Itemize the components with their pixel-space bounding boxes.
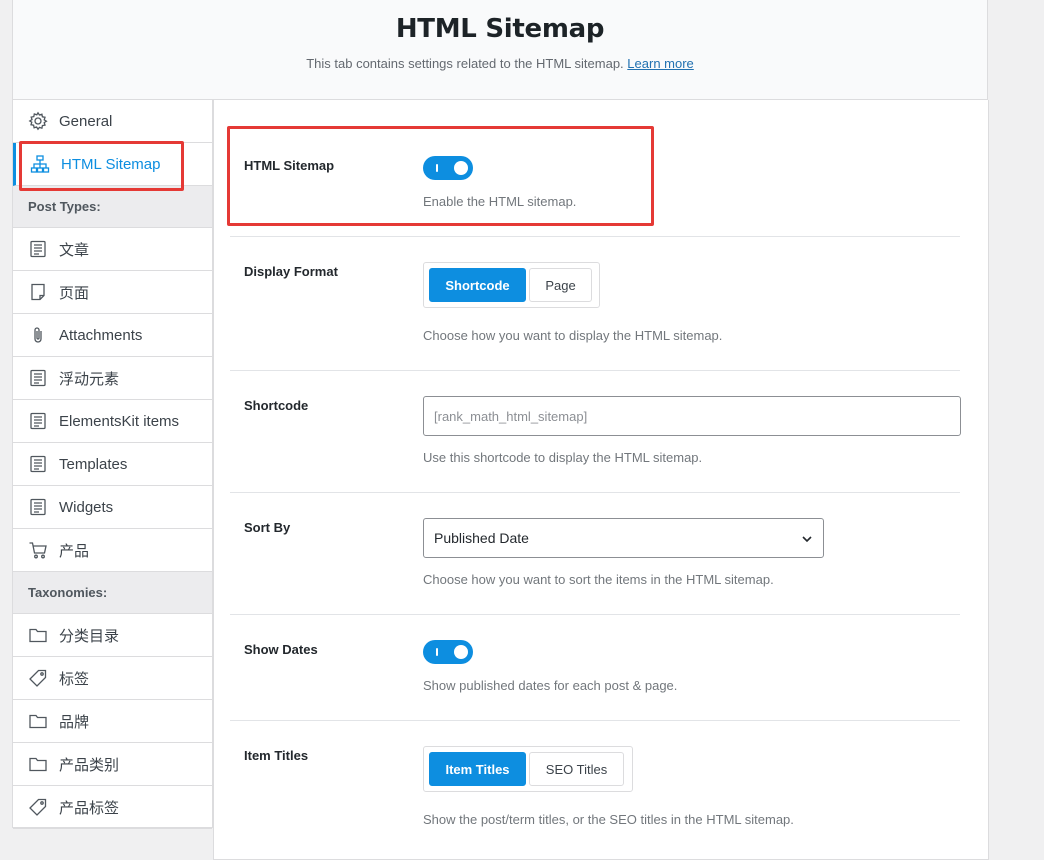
shortcode-input[interactable]: [rank_math_html_sitemap] <box>423 396 961 436</box>
sidebar-item-label: 分类目录 <box>59 627 120 645</box>
display-format-label: Display Format <box>244 264 338 279</box>
paperclip-icon <box>28 325 48 345</box>
post-types-heading: Post Types: <box>13 186 212 228</box>
sidebar-item-templates[interactable]: Templates <box>13 443 212 486</box>
sidebar-item-product-categories[interactable]: 产品类别 <box>13 743 212 786</box>
item-titles-segmented: Item Titles SEO Titles <box>423 746 633 792</box>
item-titles-desc: Show the post/term titles, or the SEO ti… <box>423 812 794 827</box>
folder-icon <box>28 711 48 731</box>
sidebar-item-attachments[interactable]: Attachments <box>13 314 212 357</box>
display-format-desc: Choose how you want to display the HTML … <box>423 328 723 343</box>
settings-sidebar: General HTML Sitemap Post Types: 文章 页面 A… <box>12 100 213 829</box>
display-format-segmented: Shortcode Page <box>423 262 600 308</box>
sort-by-value: Published Date <box>434 530 529 546</box>
post-icon <box>28 454 48 474</box>
sidebar-item-label: Templates <box>59 455 128 473</box>
post-icon <box>28 497 48 517</box>
learn-more-link[interactable]: Learn more <box>627 56 693 71</box>
display-format-row: Display Format Shortcode Page Choose how… <box>230 237 960 371</box>
gear-icon <box>28 111 48 131</box>
sidebar-item-label: General <box>59 112 113 130</box>
tag-icon <box>28 668 48 688</box>
taxonomies-heading: Taxonomies: <box>13 572 212 614</box>
chevron-down-icon <box>802 536 812 543</box>
item-titles-label: Item Titles <box>244 748 309 763</box>
sidebar-item-floating-elements[interactable]: 浮动元素 <box>13 357 212 400</box>
show-dates-toggle[interactable] <box>423 640 473 664</box>
sidebar-item-widgets[interactable]: Widgets <box>13 486 212 529</box>
sidebar-item-label: ElementsKit items <box>59 412 180 430</box>
sidebar-item-page[interactable]: 页面 <box>13 271 212 314</box>
shortcode-option-button[interactable]: Shortcode <box>429 268 526 302</box>
post-icon <box>28 411 48 431</box>
sidebar-item-product-tags[interactable]: 产品标签 <box>13 786 212 829</box>
sidebar-item-categories[interactable]: 分类目录 <box>13 614 212 657</box>
item-titles-row: Item Titles Item Titles SEO Titles Show … <box>230 721 960 860</box>
sidebar-item-label: 产品类别 <box>59 756 120 774</box>
toggle-on-mark <box>436 648 438 656</box>
highlight-box-sidebar <box>19 141 184 191</box>
show-dates-label: Show Dates <box>244 642 318 657</box>
sidebar-item-label: 品牌 <box>59 713 90 731</box>
cart-icon <box>28 540 48 560</box>
sort-by-desc: Choose how you want to sort the items in… <box>423 572 774 587</box>
page-icon <box>28 282 48 302</box>
folder-icon <box>28 754 48 774</box>
page-title: HTML Sitemap <box>395 14 605 44</box>
tag-icon <box>28 797 48 817</box>
folder-icon <box>28 625 48 645</box>
seo-titles-option-button[interactable]: SEO Titles <box>529 752 624 786</box>
sidebar-item-label: 文章 <box>59 241 90 259</box>
sidebar-item-label: 产品 <box>59 542 90 560</box>
sidebar-item-label: 标签 <box>59 670 90 688</box>
sort-by-select[interactable]: Published Date <box>423 518 824 558</box>
sidebar-item-products[interactable]: 产品 <box>13 529 212 572</box>
sidebar-item-label: 页面 <box>59 284 90 302</box>
show-dates-row: Show Dates Show published dates for each… <box>230 615 960 721</box>
shortcode-row: Shortcode [rank_math_html_sitemap] Use t… <box>230 371 961 493</box>
sidebar-item-elementskit-items[interactable]: ElementsKit items <box>13 400 212 443</box>
post-icon <box>28 368 48 388</box>
sidebar-item-general[interactable]: General <box>13 100 212 143</box>
sort-by-row: Sort By Published Date Choose how you wa… <box>230 493 960 615</box>
page-header: HTML Sitemap This tab contains settings … <box>12 0 988 100</box>
sidebar-item-label: 产品标签 <box>59 799 120 817</box>
show-dates-desc: Show published dates for each post & pag… <box>423 678 678 693</box>
shortcode-desc: Use this shortcode to display the HTML s… <box>423 450 703 465</box>
item-titles-option-button[interactable]: Item Titles <box>429 752 526 786</box>
sidebar-item-label: Widgets <box>59 498 114 516</box>
highlight-box-toggle <box>227 126 654 226</box>
sidebar-item-label: Attachments <box>59 326 143 344</box>
toggle-knob <box>454 645 468 659</box>
post-icon <box>28 239 48 259</box>
sidebar-item-post[interactable]: 文章 <box>13 228 212 271</box>
page-description: This tab contains settings related to th… <box>306 56 694 71</box>
sidebar-item-tags[interactable]: 标签 <box>13 657 212 700</box>
sort-by-label: Sort By <box>244 520 291 535</box>
sidebar-item-brands[interactable]: 品牌 <box>13 700 212 743</box>
page-option-button[interactable]: Page <box>529 268 592 302</box>
shortcode-label: Shortcode <box>244 398 309 413</box>
sidebar-item-label: 浮动元素 <box>59 370 120 388</box>
